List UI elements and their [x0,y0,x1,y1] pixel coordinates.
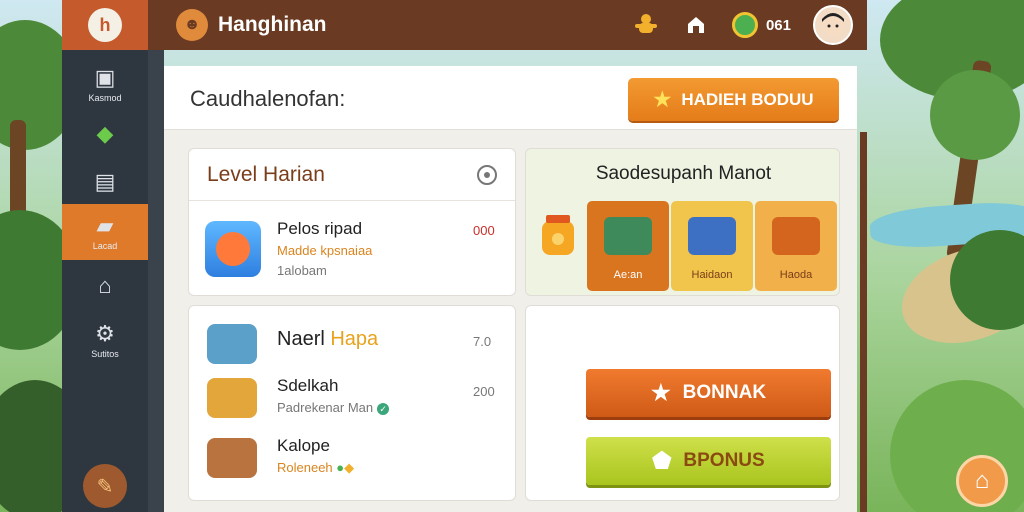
list-item-title: Sdelkah [277,376,339,395]
primary-action-button[interactable]: ★ BONNAK [586,369,831,417]
shop-tile-gold[interactable]: Haoda [755,201,837,291]
sidebar-item-cabinet[interactable]: ▤ [62,154,148,210]
sidebar-item-sutitos[interactable]: ⚙ Sutitos [62,312,148,368]
shop-tile-label: Haoda [779,269,813,281]
list-item[interactable]: Kalope Roleneeh ●◆ [189,432,517,490]
level-card-title: Level Harian [207,162,325,186]
sidebar-item-label: Sutitos [91,348,119,359]
list-item-subtitle: Padrekenar Man [277,400,374,415]
gem-icon: ◆ [344,460,355,475]
chest-icon: ▣ [94,64,116,90]
items-list-card: Naerl Hapa 7.0 Sdelkah Padrekenar Man ✓ 2… [188,305,516,501]
sidebar-item-label: Kasmod [88,92,122,103]
basket-icon [207,378,257,418]
game-icon[interactable] [205,221,261,277]
gingerbread-icon[interactable] [632,11,660,39]
header-action-button[interactable]: ★ HADIEH BODUU [628,78,839,121]
sidebar-item-house[interactable]: ⌂ [62,258,148,314]
gear-icon: ⚙ [95,320,115,346]
shop-card: Saodesupanh Manot Ae:an Haidaon Haoda [525,148,840,296]
logo-icon: h [88,8,122,42]
list-item-title: Naerl [277,328,325,350]
camera-icon: ▰ [96,212,114,238]
list-item-subtitle: Roleneeh [277,460,333,475]
list-item[interactable]: Sdelkah Padrekenar Man ✓ 200 [189,372,517,430]
shop-tile-truck[interactable]: Ae:an [587,201,669,291]
shop-tile-label: Ae:an [613,269,643,281]
scrollbar[interactable] [860,132,867,512]
sidebar-item-label: Lacad [92,240,118,251]
star-icon: ★ [653,89,672,111]
sidebar: ▣ Kasmod ◆ ▤ ▰ Lacad ⌂ ⚙ Sutitos ✎ [62,50,156,512]
level-card: Level Harian Pelos ripad Madde kpsnaiaa … [188,148,516,296]
coin-counter[interactable]: 061 [731,12,791,38]
house-icon[interactable] [682,11,710,39]
cash-icon: ◆ [96,121,114,146]
primary-action-label: BONNAK [682,382,767,403]
sidebar-item-lacad[interactable]: ▰ Lacad [62,204,156,260]
coin-count: 061 [765,16,791,34]
app-title: Hanghinan [218,13,327,36]
app-icon: ☻ [176,9,208,41]
list-item-value: 200 [473,384,495,399]
sidebar-gutter [148,50,164,512]
car-icon [688,217,736,255]
shop-tile-label: Haidaon [691,269,733,281]
star-icon: ★ [650,380,671,405]
page-title: Caudhalenofan: [190,86,346,111]
treasure-icon [772,217,820,255]
header-action-label: HADIEH BODUU [681,89,814,109]
honey-jar-icon [538,211,578,257]
list-item-title: Kalope [277,436,330,455]
level-item-detail: 1alobam [277,263,327,278]
home-fab-button[interactable]: ⌂ [956,455,1008,507]
feather-icon: ✎ [96,475,114,498]
secondary-action-label: BPONUS [683,450,765,471]
feather-button[interactable]: ✎ [83,464,127,508]
sidebar-item-kasmod[interactable]: ▣ Kasmod [62,56,148,112]
cabinet-icon: ▤ [94,169,116,194]
level-item-subtitle: Madde kpsnaiaa [277,243,373,258]
home-logo-button[interactable]: h [62,0,148,50]
list-item-value: 7.0 [473,334,492,349]
level-item-value: 000 [473,223,495,238]
shop-card-title: Saodesupanh Manot [595,163,772,184]
coin-icon [731,12,758,38]
list-item-title-accent: Hapa [330,328,379,350]
top-bar: h ☻ Hanghinan 061 [62,0,867,50]
bear-icon [207,438,257,478]
truck-icon [604,217,652,255]
leaf-icon: ● [336,460,345,475]
house-icon: ⌂ [974,467,990,494]
house-icon: ⌂ [98,273,112,298]
location-pin-icon[interactable] [477,164,497,185]
list-item[interactable]: Naerl Hapa 7.0 [189,316,517,374]
level-item-title: Pelos ripad [277,219,363,238]
main-header: Caudhalenofan: ★ HADIEH BODUU [164,66,857,130]
tag-icon: ⬟ [652,448,672,473]
check-icon: ✓ [377,402,390,415]
actions-card: ★ BONNAK ⬟ BPONUS [525,305,840,501]
avatar[interactable] [813,5,853,45]
secondary-action-button[interactable]: ⬟ BPONUS [586,437,831,485]
shop-tile-car[interactable]: Haidaon [671,201,753,291]
salad-bowl-icon [207,324,257,364]
